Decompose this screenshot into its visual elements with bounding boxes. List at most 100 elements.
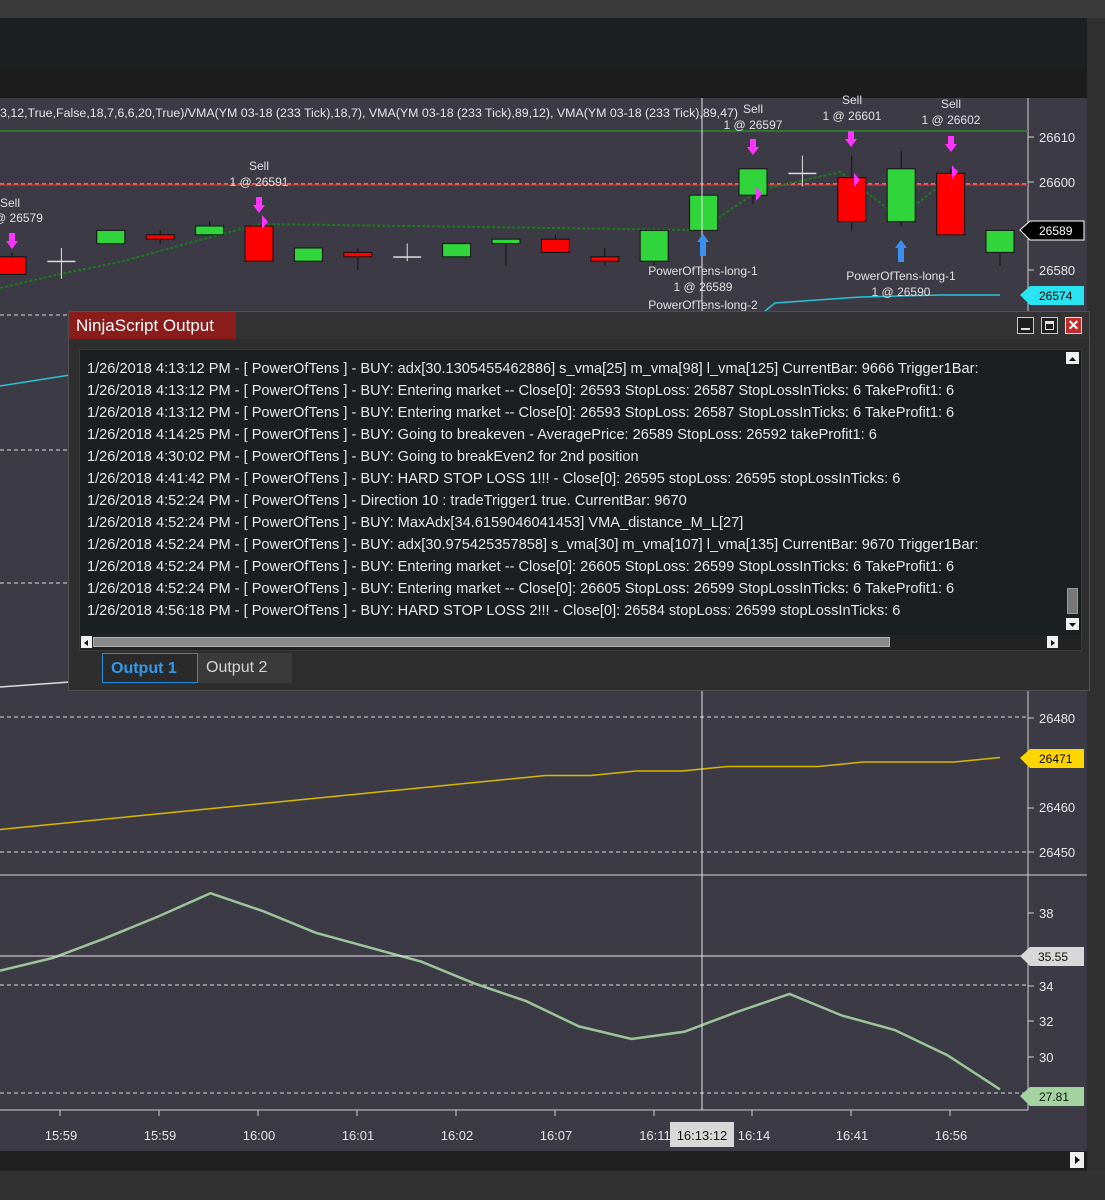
candle-bearish[interactable] bbox=[145, 234, 175, 240]
adx-tick: 34 bbox=[1039, 979, 1053, 994]
top-bar bbox=[0, 0, 1105, 18]
time-label: 16:00 bbox=[243, 1128, 276, 1143]
annotation-sell-2: Sell bbox=[249, 159, 269, 173]
maximize-button[interactable] bbox=[1041, 317, 1058, 334]
crosshair-value-text: 35.55 bbox=[1038, 950, 1068, 964]
candle-bullish[interactable] bbox=[195, 225, 225, 236]
gold-price-text: 26471 bbox=[1039, 752, 1073, 766]
annotation-sell-1: Sell bbox=[0, 196, 20, 210]
crosshair-time-text: 16:13:12 bbox=[677, 1128, 728, 1143]
annotation-sell-4-price: 1 @ 26601 bbox=[823, 109, 882, 123]
time-label: 16:14 bbox=[738, 1128, 771, 1143]
scroll-down-button[interactable] bbox=[1066, 618, 1079, 630]
output-window-titlebar[interactable]: NinjaScript Output ✕ bbox=[69, 312, 1089, 339]
candle-bullish[interactable] bbox=[985, 229, 1015, 253]
scroll-up-button[interactable] bbox=[1066, 352, 1079, 364]
candle-bullish[interactable] bbox=[738, 168, 768, 196]
tab-output-1[interactable]: Output 1 bbox=[102, 653, 198, 683]
vma-tick: 26450 bbox=[1039, 845, 1075, 860]
time-label: 16:41 bbox=[836, 1128, 869, 1143]
candle-bullish[interactable] bbox=[96, 229, 126, 245]
candle-bearish[interactable] bbox=[936, 172, 966, 236]
adx-tick: 38 bbox=[1039, 906, 1053, 921]
adx-tick: 30 bbox=[1039, 1050, 1053, 1065]
candle-doji[interactable] bbox=[393, 256, 422, 258]
last-price-text: 26589 bbox=[1039, 224, 1073, 238]
cyan-price-text: 26574 bbox=[1039, 289, 1073, 303]
output-log-line: 1/26/2018 4:13:12 PM - [ PowerOfTens ] -… bbox=[87, 383, 955, 399]
adx-tick: 32 bbox=[1039, 1014, 1053, 1029]
candle-bullish[interactable] bbox=[442, 243, 472, 258]
output-text-area[interactable]: 1/26/2018 4:13:12 PM - [ PowerOfTens ] -… bbox=[79, 349, 1082, 651]
vma-tick: 26460 bbox=[1039, 800, 1075, 815]
close-button[interactable]: ✕ bbox=[1065, 317, 1082, 334]
chart-header-text: 3,12,True,False,18,7,6,6,20,True)/VMA(YM… bbox=[0, 106, 738, 120]
time-label: 16:01 bbox=[342, 1128, 375, 1143]
annotation-sell-3: Sell bbox=[743, 102, 763, 116]
vma-tick: 26480 bbox=[1039, 711, 1075, 726]
candle-bearish[interactable] bbox=[837, 177, 867, 223]
candle-bearish[interactable] bbox=[590, 256, 620, 262]
output-log-line: 1/26/2018 4:52:24 PM - [ PowerOfTens ] -… bbox=[87, 493, 687, 509]
output-log-line: 1/26/2018 4:13:12 PM - [ PowerOfTens ] -… bbox=[87, 361, 979, 377]
ninjascript-output-window[interactable]: NinjaScript Output ✕ 1/26/2018 4:13:12 P… bbox=[68, 311, 1090, 691]
close-icon: ✕ bbox=[1067, 317, 1080, 333]
chevron-up-icon bbox=[1069, 357, 1076, 361]
output-window-title: NinjaScript Output bbox=[69, 312, 236, 339]
time-label: 15:59 bbox=[144, 1128, 177, 1143]
output-log-line: 1/26/2018 4:52:24 PM - [ PowerOfTens ] -… bbox=[87, 515, 744, 531]
time-label: 16:56 bbox=[935, 1128, 968, 1143]
scroll-right-button[interactable] bbox=[1047, 636, 1058, 648]
output-log-line: 1/26/2018 4:56:18 PM - [ PowerOfTens ] -… bbox=[87, 603, 901, 619]
annotation-buy-1-price: 1 @ 26589 bbox=[674, 280, 733, 294]
vertical-scrollbar[interactable] bbox=[1066, 352, 1079, 630]
horizontal-scroll-thumb[interactable] bbox=[93, 637, 890, 647]
chevron-right-icon bbox=[1051, 640, 1055, 646]
candle-bullish[interactable] bbox=[886, 168, 916, 223]
candle-bearish[interactable] bbox=[540, 238, 570, 253]
time-label: 16:02 bbox=[441, 1128, 474, 1143]
time-label: 15:59 bbox=[45, 1128, 78, 1143]
annotation-sell-4: Sell bbox=[842, 93, 862, 107]
annotation-sell-5: Sell bbox=[941, 97, 961, 111]
annotation-buy-2: PowerOfTens-long-2 bbox=[648, 298, 758, 312]
annotation-buy-3-price: 1 @ 26590 bbox=[872, 285, 931, 299]
output-log-line: 1/26/2018 4:52:24 PM - [ PowerOfTens ] -… bbox=[87, 581, 955, 597]
chevron-down-icon bbox=[1069, 623, 1076, 627]
time-label: 16:11 bbox=[639, 1128, 671, 1143]
candle-bullish[interactable] bbox=[293, 247, 323, 262]
output-log-line: 1/26/2018 4:52:24 PM - [ PowerOfTens ] -… bbox=[87, 537, 979, 553]
time-label: 16:07 bbox=[540, 1128, 573, 1143]
output-log-line: 1/26/2018 4:41:42 PM - [ PowerOfTens ] -… bbox=[87, 471, 901, 487]
price-tick: 26580 bbox=[1039, 263, 1075, 278]
output-log-line: 1/26/2018 4:13:12 PM - [ PowerOfTens ] -… bbox=[87, 405, 955, 421]
output-log-line: 1/26/2018 4:52:24 PM - [ PowerOfTens ] -… bbox=[87, 559, 955, 575]
candle-bearish[interactable] bbox=[0, 256, 27, 275]
candle-doji[interactable] bbox=[47, 260, 76, 263]
horizontal-scrollbar[interactable] bbox=[80, 635, 1081, 649]
candle-doji[interactable] bbox=[788, 172, 817, 175]
vertical-scroll-thumb[interactable] bbox=[1067, 588, 1078, 614]
annotation-buy-3: PowerOfTens-long-1 bbox=[846, 269, 956, 283]
output-log: 1/26/2018 4:13:12 PM - [ PowerOfTens ] -… bbox=[87, 358, 1062, 638]
adx-last-text: 27.81 bbox=[1039, 1090, 1069, 1104]
price-tick: 26610 bbox=[1039, 130, 1075, 145]
price-tick: 26600 bbox=[1039, 175, 1075, 190]
toolbar-strip bbox=[0, 18, 1095, 70]
candle-bullish[interactable] bbox=[491, 238, 521, 245]
annotation-sell-1-price: @ 26579 bbox=[0, 211, 43, 225]
annotation-buy-1: PowerOfTens-long-1 bbox=[648, 264, 758, 278]
tab-output-2[interactable]: Output 2 bbox=[198, 653, 292, 683]
candle-bullish[interactable] bbox=[689, 194, 719, 231]
minimize-button[interactable] bbox=[1017, 317, 1034, 334]
bottom-edge bbox=[0, 1171, 1105, 1200]
candle-bearish[interactable] bbox=[343, 251, 373, 258]
annotation-sell-3-price: 1 @ 26597 bbox=[724, 118, 783, 132]
chevron-left-icon bbox=[84, 640, 88, 646]
annotation-sell-2-price: 1 @ 26591 bbox=[230, 175, 289, 189]
candle-bullish[interactable] bbox=[639, 229, 669, 262]
output-log-line: 1/26/2018 4:30:02 PM - [ PowerOfTens ] -… bbox=[87, 449, 639, 465]
output-log-line: 1/26/2018 4:14:25 PM - [ PowerOfTens ] -… bbox=[87, 427, 877, 443]
candle-bearish[interactable] bbox=[244, 225, 274, 262]
scroll-left-button[interactable] bbox=[81, 636, 92, 648]
